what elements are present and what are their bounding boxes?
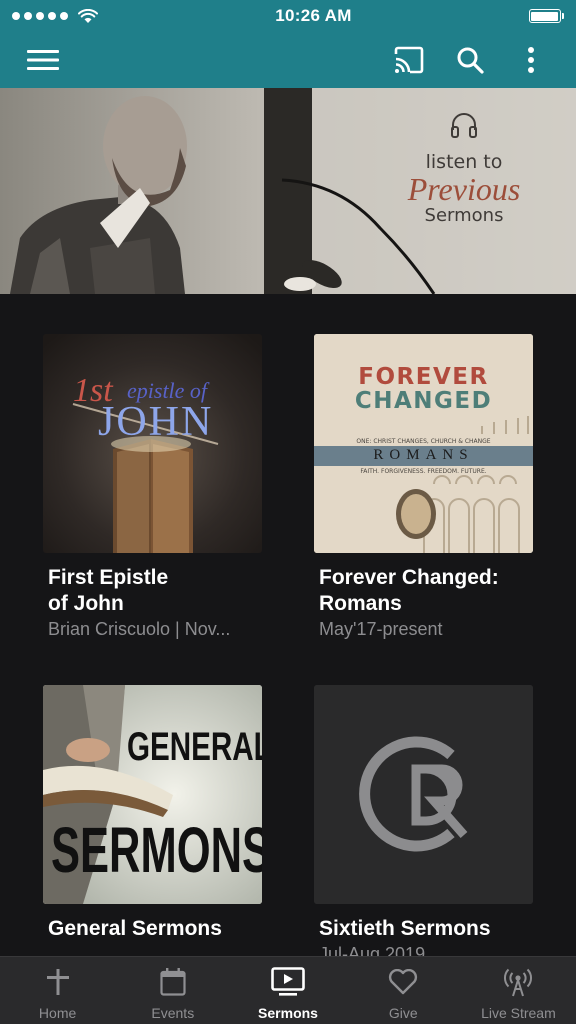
series-art-logo <box>314 685 533 904</box>
hero-line-sermons: Sermons <box>424 205 504 226</box>
series-title-line1: Forever Changed: <box>319 566 499 589</box>
hero-line-previous: Previous <box>407 171 521 207</box>
series-title-line2: of John <box>48 592 124 615</box>
more-vertical-icon[interactable] <box>511 40 551 80</box>
series-title: Forever Changed: Romans <box>319 565 533 617</box>
series-card-sixtieth-sermons[interactable]: Sixtieth Sermons Jul-Aug 2019 <box>314 685 533 956</box>
art-text-john: JOHN <box>98 399 214 445</box>
signal-dots-icon <box>12 8 98 24</box>
series-subtitle: Jul-Aug 2019 <box>319 944 426 956</box>
calendar-icon <box>156 965 190 999</box>
series-title: Sixtieth Sermons <box>319 917 491 940</box>
cast-icon[interactable] <box>389 40 429 80</box>
tab-label: Sermons <box>258 1005 318 1021</box>
art-text-changed: CHANGED <box>354 388 493 414</box>
hero-banner[interactable]: listen to Previous Sermons <box>0 88 576 294</box>
app-bar <box>0 32 576 88</box>
tab-bar: Home Events Sermons Give Live Stream <box>0 956 576 1024</box>
art-text-bottom-small: FAITH. FORGIVENESS. FREEDOM. FUTURE. <box>360 468 487 475</box>
status-bar: 10:26 AM <box>0 0 576 32</box>
tab-events[interactable]: Events <box>115 957 230 1024</box>
series-title-line1: First Epistle <box>48 566 169 589</box>
tab-sermons[interactable]: Sermons <box>230 957 345 1024</box>
wifi-icon <box>78 8 98 23</box>
video-play-icon <box>271 965 305 999</box>
tab-label: Events <box>151 1005 195 1021</box>
series-art-romans: FOREVER CHANGED ONE: CHRIST CHANGES, CHU… <box>314 334 533 553</box>
series-title: General Sermons <box>48 917 222 940</box>
series-subtitle: May'17-present <box>319 619 443 639</box>
art-text-forever: FOREVER <box>358 364 489 390</box>
art-text-top-small: ONE: CHRIST CHANGES, CHURCH & CHANGE <box>356 438 491 445</box>
search-icon[interactable] <box>450 40 490 80</box>
tab-give[interactable]: Give <box>346 957 461 1024</box>
art-text-romans: ROMANS <box>373 447 474 463</box>
series-grid: 1st epistle of JOHN First Epistle of Joh… <box>0 294 576 956</box>
heart-icon <box>386 965 420 999</box>
hero-line-listen: listen to <box>425 151 503 173</box>
tab-home[interactable]: Home <box>0 957 115 1024</box>
art-text-general: GENERAL <box>127 725 262 769</box>
series-art-john: 1st epistle of JOHN <box>43 334 262 553</box>
series-card-forever-changed[interactable]: FOREVER CHANGED ONE: CHRIST CHANGES, CHU… <box>314 334 533 640</box>
series-art-general: GENERAL SERMONS <box>43 685 262 904</box>
cr-logo-icon <box>314 685 533 904</box>
plus-icon <box>41 965 75 999</box>
hamburger-menu-icon[interactable] <box>23 40 63 80</box>
headphones-icon <box>451 113 477 138</box>
series-subtitle: Brian Criscuolo | Nov... <box>48 619 231 639</box>
tab-label: Give <box>388 1005 418 1021</box>
series-title-line2: Romans <box>319 592 402 615</box>
broadcast-icon <box>501 965 535 999</box>
hero-caption: listen to Previous Sermons <box>390 112 538 226</box>
series-title: First Epistle of John <box>48 565 262 617</box>
tab-label: Live Stream <box>481 1005 556 1021</box>
battery-full-icon <box>528 9 564 23</box>
status-time: 10:26 AM <box>275 6 352 25</box>
series-card-first-epistle[interactable]: 1st epistle of JOHN First Epistle of Joh… <box>43 334 262 640</box>
art-text-sermons: SERMONS <box>51 814 262 886</box>
series-card-general-sermons[interactable]: GENERAL SERMONS General Sermons <box>43 685 262 944</box>
tab-label: Home <box>38 1005 77 1021</box>
tab-live-stream[interactable]: Live Stream <box>461 957 576 1024</box>
